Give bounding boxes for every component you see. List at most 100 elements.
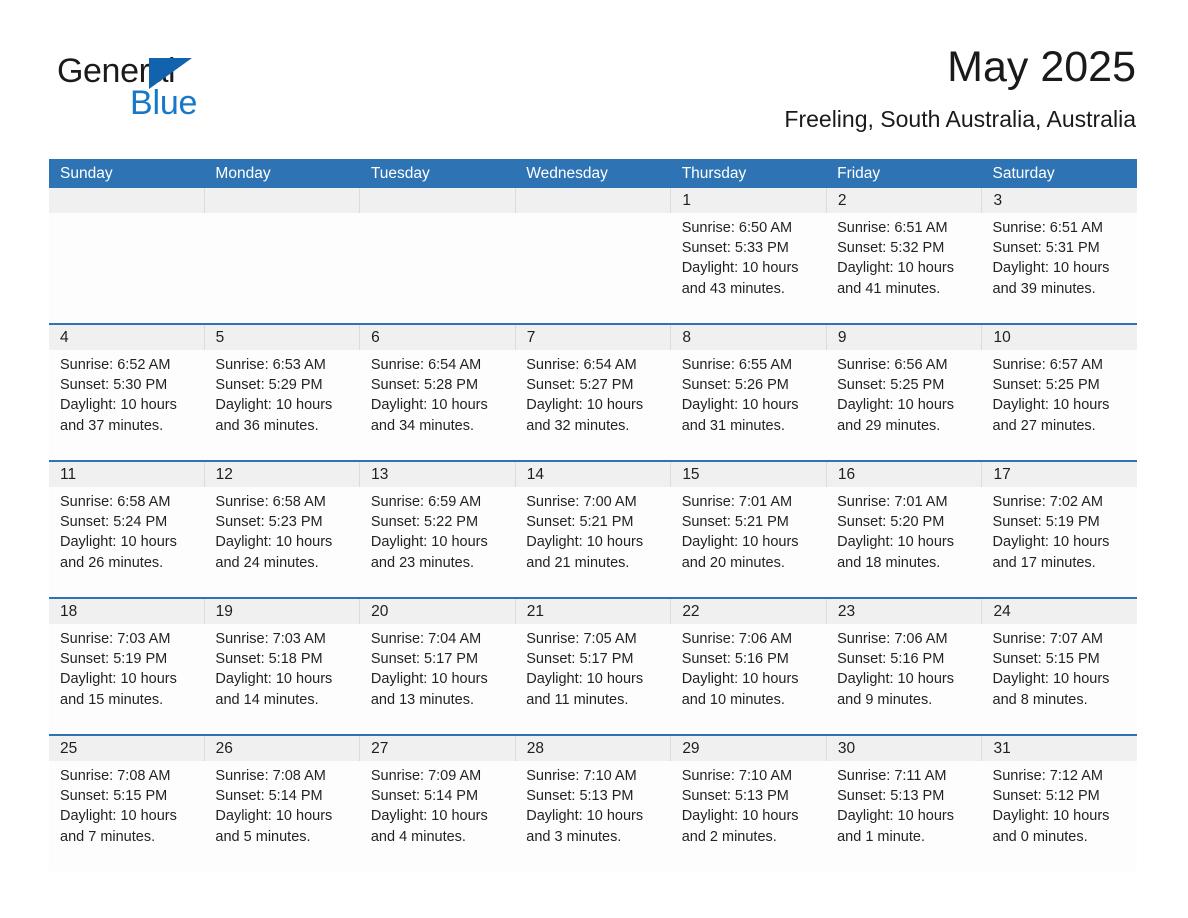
day-number[interactable]: 21 (514, 599, 671, 624)
day-number[interactable]: 4 (49, 325, 204, 350)
daylight-text: Daylight: 10 hours and 5 minutes. (215, 808, 333, 845)
day-number[interactable]: 30 (825, 736, 982, 761)
weekday-header-tuesday: Tuesday (370, 165, 430, 182)
day-cell[interactable] (49, 213, 204, 323)
day-number[interactable]: 16 (825, 462, 982, 487)
sunrise-text: Sunrise: 6:55 AM (681, 357, 793, 373)
day-cell[interactable]: Sunrise: 7:00 AM Sunset: 5:21 PM Dayligh… (515, 487, 670, 597)
day-number[interactable]: 25 (49, 736, 204, 761)
daylight-text: Daylight: 10 hours and 10 minutes. (681, 671, 799, 708)
day-cell[interactable]: Sunrise: 7:06 AM Sunset: 5:16 PM Dayligh… (671, 624, 826, 734)
day-number[interactable]: 5 (203, 325, 360, 350)
day-cell[interactable]: Sunrise: 6:50 AM Sunset: 5:33 PM Dayligh… (671, 213, 826, 323)
day-number[interactable]: 20 (359, 599, 515, 624)
day-number[interactable]: 8 (670, 325, 826, 350)
sunset-text: Sunset: 5:13 PM (681, 788, 789, 805)
day-cell[interactable]: Sunrise: 6:55 AM Sunset: 5:26 PM Dayligh… (671, 350, 826, 460)
day-number[interactable]: 23 (825, 599, 982, 624)
sunrise-text: Sunrise: 7:10 AM (681, 768, 793, 784)
day-cell[interactable]: Sunrise: 7:08 AM Sunset: 5:14 PM Dayligh… (204, 761, 359, 871)
day-cell[interactable]: Sunrise: 7:01 AM Sunset: 5:21 PM Dayligh… (671, 487, 826, 597)
day-cell[interactable]: Sunrise: 7:02 AM Sunset: 5:19 PM Dayligh… (982, 487, 1137, 597)
day-number[interactable]: 28 (514, 736, 671, 761)
day-cell[interactable]: Sunrise: 6:59 AM Sunset: 5:22 PM Dayligh… (360, 487, 515, 597)
day-cell[interactable]: Sunrise: 6:54 AM Sunset: 5:28 PM Dayligh… (360, 350, 515, 460)
day-cell[interactable]: Sunrise: 7:03 AM Sunset: 5:18 PM Dayligh… (204, 624, 359, 734)
day-cell[interactable]: Sunrise: 7:06 AM Sunset: 5:16 PM Dayligh… (826, 624, 981, 734)
sunset-text: Sunset: 5:17 PM (370, 651, 479, 668)
day-number[interactable]: 18 (49, 599, 204, 624)
day-cell[interactable]: Sunrise: 7:09 AM Sunset: 5:14 PM Dayligh… (360, 761, 515, 871)
sunrise-text: Sunrise: 7:03 AM (60, 631, 171, 647)
daylight-text: Daylight: 10 hours and 13 minutes. (370, 671, 488, 708)
daylight-text: Daylight: 10 hours and 39 minutes. (992, 260, 1110, 297)
day-number[interactable]: 7 (514, 325, 671, 350)
day-number[interactable]: 19 (203, 599, 360, 624)
title-block: May 2025 Freeling, South Australia, Aust… (784, 42, 1136, 134)
sunrise-text: Sunrise: 6:51 AM (992, 220, 1103, 236)
day-cell[interactable]: Sunrise: 7:08 AM Sunset: 5:15 PM Dayligh… (49, 761, 204, 871)
sunrise-text: Sunrise: 6:51 AM (837, 220, 948, 236)
day-number[interactable]: 6 (359, 325, 515, 350)
week-row: 25 26 27 28 29 30 31 Sunrise: 7:08 AM Su… (49, 734, 1137, 871)
day-cell[interactable]: Sunrise: 6:53 AM Sunset: 5:29 PM Dayligh… (204, 350, 359, 460)
day-cell[interactable] (360, 213, 515, 323)
daylight-text: Daylight: 10 hours and 15 minutes. (60, 671, 177, 708)
sunrise-text: Sunrise: 7:09 AM (370, 768, 482, 784)
day-cell[interactable] (204, 213, 359, 323)
sunset-text: Sunset: 5:25 PM (992, 377, 1100, 394)
day-cell[interactable]: Sunrise: 7:07 AM Sunset: 5:15 PM Dayligh… (982, 624, 1137, 734)
sunrise-text: Sunrise: 6:53 AM (215, 357, 326, 373)
sunrise-text: Sunrise: 6:56 AM (837, 357, 948, 373)
day-cell[interactable]: Sunrise: 7:04 AM Sunset: 5:17 PM Dayligh… (360, 624, 515, 734)
day-number[interactable]: 12 (203, 462, 360, 487)
day-cell[interactable]: Sunrise: 7:10 AM Sunset: 5:13 PM Dayligh… (671, 761, 826, 871)
day-cell[interactable]: Sunrise: 7:01 AM Sunset: 5:20 PM Dayligh… (826, 487, 981, 597)
day-cell[interactable] (515, 213, 670, 323)
day-cell[interactable]: Sunrise: 6:56 AM Sunset: 5:25 PM Dayligh… (826, 350, 981, 460)
day-cell[interactable]: Sunrise: 6:51 AM Sunset: 5:32 PM Dayligh… (826, 213, 981, 323)
daylight-text: Daylight: 10 hours and 37 minutes. (60, 397, 177, 434)
sunrise-text: Sunrise: 6:50 AM (681, 220, 793, 236)
day-cell[interactable]: Sunrise: 7:03 AM Sunset: 5:19 PM Dayligh… (49, 624, 204, 734)
day-number[interactable] (514, 188, 671, 213)
day-number[interactable]: 15 (670, 462, 826, 487)
day-number[interactable]: 1 (670, 188, 826, 213)
day-number[interactable]: 3 (981, 188, 1137, 213)
day-number[interactable]: 11 (49, 462, 204, 487)
sunset-text: Sunset: 5:30 PM (60, 377, 168, 394)
day-number[interactable]: 27 (359, 736, 515, 761)
day-cell[interactable]: Sunrise: 7:05 AM Sunset: 5:17 PM Dayligh… (515, 624, 670, 734)
day-number[interactable]: 14 (514, 462, 671, 487)
sunset-text: Sunset: 5:20 PM (837, 514, 945, 531)
day-cell[interactable]: Sunrise: 6:57 AM Sunset: 5:25 PM Dayligh… (982, 350, 1137, 460)
day-number[interactable]: 22 (670, 599, 826, 624)
sunset-text: Sunset: 5:29 PM (215, 377, 323, 394)
day-cell[interactable]: Sunrise: 7:11 AM Sunset: 5:13 PM Dayligh… (826, 761, 981, 871)
day-cell[interactable]: Sunrise: 6:58 AM Sunset: 5:24 PM Dayligh… (49, 487, 204, 597)
day-cell[interactable]: Sunrise: 6:51 AM Sunset: 5:31 PM Dayligh… (982, 213, 1137, 323)
sunrise-text: Sunrise: 6:59 AM (370, 494, 482, 510)
day-cell[interactable]: Sunrise: 6:54 AM Sunset: 5:27 PM Dayligh… (515, 350, 670, 460)
day-cell[interactable]: Sunrise: 6:58 AM Sunset: 5:23 PM Dayligh… (204, 487, 359, 597)
weekday-header-monday: Monday (215, 165, 271, 182)
day-number[interactable]: 24 (981, 599, 1137, 624)
daylight-text: Daylight: 10 hours and 4 minutes. (370, 808, 488, 845)
day-number[interactable]: 10 (981, 325, 1137, 350)
daylight-text: Daylight: 10 hours and 43 minutes. (681, 260, 799, 297)
day-number[interactable] (49, 188, 204, 213)
sunrise-text: Sunrise: 7:07 AM (992, 631, 1103, 647)
day-number[interactable] (203, 188, 360, 213)
day-cell[interactable]: Sunrise: 7:12 AM Sunset: 5:12 PM Dayligh… (982, 761, 1137, 871)
day-number[interactable]: 29 (670, 736, 826, 761)
day-number[interactable]: 13 (359, 462, 515, 487)
day-number[interactable]: 26 (203, 736, 360, 761)
day-number[interactable]: 2 (825, 188, 982, 213)
day-cell[interactable]: Sunrise: 7:10 AM Sunset: 5:13 PM Dayligh… (515, 761, 670, 871)
day-number[interactable]: 31 (981, 736, 1137, 761)
sunset-text: Sunset: 5:17 PM (526, 651, 634, 668)
day-cell[interactable]: Sunrise: 6:52 AM Sunset: 5:30 PM Dayligh… (49, 350, 204, 460)
day-number[interactable]: 9 (825, 325, 982, 350)
day-number[interactable]: 17 (981, 462, 1137, 487)
day-number[interactable] (359, 188, 515, 213)
